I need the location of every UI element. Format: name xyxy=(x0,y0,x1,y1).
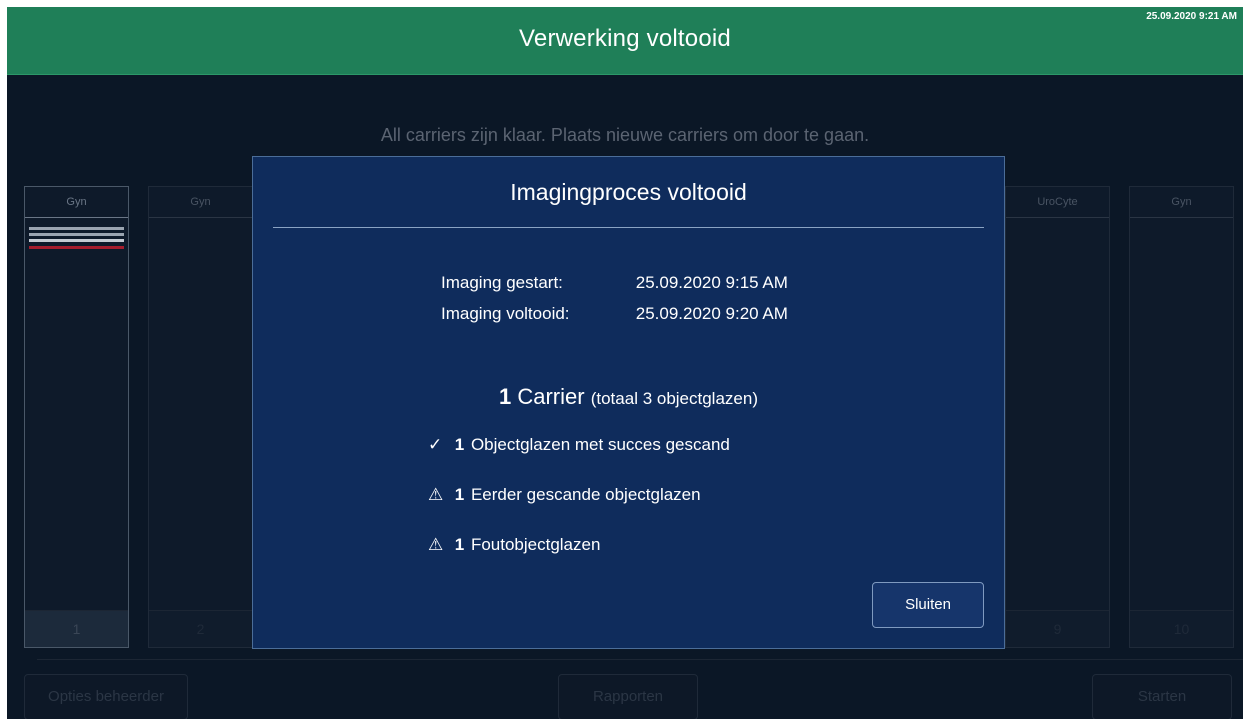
carrier-number: 10 xyxy=(1130,610,1233,647)
warning-icon: ⚠ xyxy=(428,485,444,504)
imaging-started-row: Imaging gestart: 25.09.2020 9:15 AM xyxy=(441,273,788,304)
result-error: ⚠ 1 Foutobjectglazen xyxy=(428,535,730,585)
carrier-slot[interactable]: Gyn 10 xyxy=(1129,186,1234,648)
dialog-divider xyxy=(273,227,984,228)
reports-button[interactable]: Rapporten xyxy=(558,674,698,719)
slide-indicator xyxy=(29,239,124,242)
scan-results: ✓ 1 Objectglazen met succes gescand ⚠ 1 … xyxy=(428,435,730,585)
result-text: Eerder gescande objectglazen xyxy=(470,485,701,504)
checkmark-icon: ✓ xyxy=(428,435,443,454)
carrier-slot[interactable]: Gyn 2 xyxy=(148,186,253,648)
result-success: ✓ 1 Objectglazen met succes gescand xyxy=(428,435,730,485)
app-screen: Verwerking voltooid 25.09.2020 9:21 AM A… xyxy=(7,7,1243,719)
carrier-slides xyxy=(27,219,126,611)
slide-indicator xyxy=(29,227,124,230)
result-text: Foutobjectglazen xyxy=(470,535,601,554)
carrier-label: Gyn xyxy=(149,187,252,218)
imaging-started-value: 25.09.2020 9:15 AM xyxy=(635,273,788,292)
warning-icon: ⚠ xyxy=(428,535,444,554)
carrier-summary: 1 Carrier (totaal 3 objectglazen) xyxy=(253,384,1004,410)
imaging-completed-row: Imaging voltooid: 25.09.2020 9:20 AM xyxy=(441,304,788,335)
close-button[interactable]: Sluiten xyxy=(872,582,984,628)
carrier-slot[interactable]: UroCyte 9 xyxy=(1005,186,1110,648)
carrier-slot[interactable]: Gyn 1 xyxy=(24,186,129,648)
slide-indicator xyxy=(29,233,124,236)
slide-indicator-error xyxy=(29,246,124,249)
admin-options-button[interactable]: Opties beheerder xyxy=(24,674,188,719)
dialog-title: Imagingproces voltooid xyxy=(510,179,747,205)
carrier-number: 1 xyxy=(25,610,128,647)
imaging-times: Imaging gestart: 25.09.2020 9:15 AM Imag… xyxy=(441,273,788,335)
carrier-label: Gyn xyxy=(1130,187,1233,218)
result-count: 1 xyxy=(454,435,465,454)
carrier-count: 1 xyxy=(498,384,512,409)
result-count: 1 xyxy=(454,485,465,504)
carrier-word: Carrier xyxy=(517,384,585,409)
imaging-completed-label: Imaging voltooid: xyxy=(441,304,570,323)
carrier-detail: (totaal 3 objectglazen) xyxy=(590,389,758,408)
carrier-label: Gyn xyxy=(25,187,128,218)
imaging-started-label: Imaging gestart: xyxy=(441,273,563,292)
result-count: 1 xyxy=(454,535,465,554)
carrier-number: 9 xyxy=(1006,610,1109,647)
result-text: Objectglazen met succes gescand xyxy=(470,435,730,454)
footer-divider xyxy=(37,659,1243,660)
start-button[interactable]: Starten xyxy=(1092,674,1232,719)
imaging-completed-value: 25.09.2020 9:20 AM xyxy=(635,304,788,323)
completion-dialog: Imagingproces voltooid Imaging gestart: … xyxy=(252,156,1005,649)
carrier-number: 2 xyxy=(149,610,252,647)
carrier-label: UroCyte xyxy=(1006,187,1109,218)
result-previously-scanned: ⚠ 1 Eerder gescande objectglazen xyxy=(428,485,730,535)
